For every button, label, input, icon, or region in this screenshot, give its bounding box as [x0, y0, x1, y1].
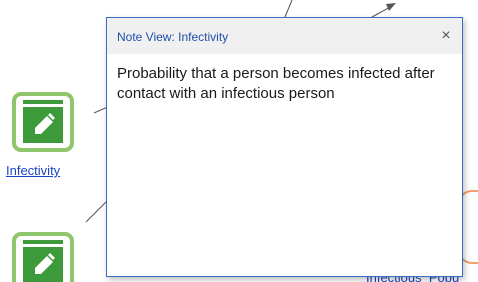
infectivity-node-icon[interactable] — [12, 92, 74, 152]
pencil-note-icon — [35, 113, 55, 134]
note-text[interactable]: Probability that a person becomes infect… — [117, 64, 452, 104]
icon-header-bar — [23, 240, 63, 244]
close-icon[interactable]: × — [436, 26, 456, 46]
variable-node-icon[interactable] — [12, 232, 74, 282]
note-view-titlebar[interactable]: Note View: Infectivity × — [107, 18, 462, 54]
note-view-title: Note View: Infectivity — [117, 30, 229, 44]
connector-line — [85, 199, 109, 223]
pencil-note-icon — [35, 253, 55, 274]
infectivity-node-label[interactable]: Infectivity — [6, 163, 60, 178]
note-view-body[interactable]: Probability that a person becomes infect… — [108, 54, 461, 275]
arrowhead — [386, 3, 396, 11]
connector-line — [284, 0, 293, 18]
note-view-window[interactable]: Note View: Infectivity × Probability tha… — [106, 17, 463, 277]
icon-header-bar — [23, 100, 63, 104]
model-canvas[interactable]: Infectivity Infectious_Popu Note View: I… — [0, 0, 478, 282]
